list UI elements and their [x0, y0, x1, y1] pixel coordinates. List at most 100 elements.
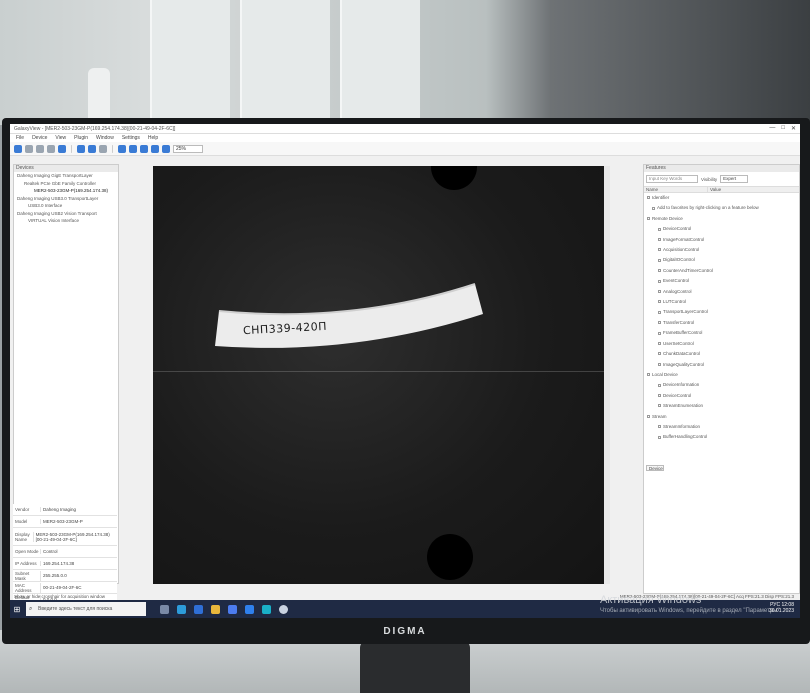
expand-icon[interactable]	[658, 362, 661, 366]
zoom-out-icon[interactable]	[140, 144, 148, 153]
tree-item-virtual-if[interactable]: VIRTUAL Vision Interface	[14, 217, 118, 225]
expand-icon[interactable]	[658, 227, 661, 231]
feature-item[interactable]: LUTControl	[644, 297, 799, 307]
feature-item[interactable]: AcquisitionControl	[644, 245, 799, 255]
zoom-fit-icon[interactable]	[151, 144, 159, 153]
feature-item[interactable]: Identifier	[644, 193, 799, 203]
file-explorer-icon[interactable]	[211, 604, 220, 614]
original-size-icon[interactable]	[162, 144, 170, 153]
galaxyview-icon[interactable]	[279, 604, 288, 614]
image-scrollbar[interactable]	[604, 166, 610, 584]
crosshair-icon[interactable]	[118, 144, 126, 153]
feature-item[interactable]: TransferControl	[644, 318, 799, 328]
feature-item[interactable]: UserSetControl	[644, 339, 799, 349]
feature-item[interactable]: FrameBufferControl	[644, 328, 799, 338]
feature-item[interactable]: ImageFormatControl	[644, 235, 799, 245]
feature-item[interactable]: DeviceControl	[644, 224, 799, 234]
expand-icon[interactable]	[647, 217, 650, 221]
expand-icon[interactable]	[658, 383, 661, 387]
menu-device[interactable]: Device	[32, 135, 47, 141]
feature-item[interactable]: Local Device	[644, 370, 799, 380]
windows-start-icon[interactable]: ⊞	[10, 600, 24, 618]
feature-label: AnalogControl	[663, 288, 692, 294]
tree-item-usb3-tl[interactable]: Daheng Imaging USB3.0 TransportLayer	[14, 195, 118, 203]
windows-activation-watermark: Активация Windows	[600, 594, 702, 606]
record-icon[interactable]	[88, 144, 96, 153]
expand-icon[interactable]	[658, 279, 661, 283]
menu-plugin[interactable]: Plugin	[74, 135, 88, 141]
app-icon[interactable]	[194, 604, 203, 614]
feature-search-input[interactable]: Input Key Words	[646, 175, 698, 183]
expand-icon[interactable]	[658, 342, 661, 345]
expand-icon[interactable]	[658, 289, 661, 293]
feature-item[interactable]: TransportLayerControl	[644, 307, 799, 317]
menu-help[interactable]: Help	[148, 135, 158, 141]
mail-icon[interactable]	[245, 604, 254, 614]
feature-item[interactable]: DeviceControl	[644, 391, 799, 401]
visibility-select[interactable]: Expert	[720, 175, 749, 183]
feature-item[interactable]: AnalogControl	[644, 287, 799, 297]
column-value[interactable]: Value	[708, 187, 721, 192]
expand-icon[interactable]	[658, 258, 661, 262]
feature-item[interactable]: StreamEnumeration	[644, 401, 799, 411]
expand-icon[interactable]	[647, 414, 650, 418]
expand-icon[interactable]	[658, 404, 661, 408]
maximize-button[interactable]: □	[781, 125, 785, 132]
zoom-level-field[interactable]: 25%	[173, 144, 203, 153]
camera-image-view[interactable]: СНП339-420П	[153, 166, 604, 584]
tree-item-camera[interactable]: MER2-503-23GM-P(169.254.174.38)	[14, 187, 118, 195]
menu-view[interactable]: View	[55, 135, 66, 141]
expand-icon[interactable]	[658, 300, 661, 304]
open-device-icon[interactable]	[25, 144, 33, 153]
app-icon[interactable]	[262, 604, 271, 614]
expand-icon[interactable]	[647, 196, 650, 200]
expand-icon[interactable]	[652, 206, 655, 210]
feature-item[interactable]: CounterAndTimerControl	[644, 266, 799, 276]
expand-icon[interactable]	[647, 373, 650, 377]
feature-item[interactable]: BufferHandlingControl	[644, 432, 799, 442]
menu-file[interactable]: File	[16, 135, 24, 141]
feature-item[interactable]: StreamInformation	[644, 422, 799, 432]
snapshot-icon[interactable]	[77, 144, 85, 153]
expand-icon[interactable]	[658, 435, 661, 439]
tree-item-nic[interactable]: Realtek PCIe GbE Family Controller	[14, 180, 118, 188]
device-panel-header: Devices	[14, 165, 118, 172]
expand-icon[interactable]	[658, 248, 661, 252]
store-icon[interactable]	[228, 604, 237, 614]
expand-icon[interactable]	[658, 331, 661, 335]
close-button[interactable]: ✕	[791, 125, 796, 132]
play-icon[interactable]	[58, 144, 66, 153]
feature-item[interactable]: ChunkDataControl	[644, 349, 799, 359]
expand-icon[interactable]	[658, 321, 661, 325]
feature-item[interactable]: DigitalIOControl	[644, 255, 799, 265]
menu-settings[interactable]: Settings	[122, 135, 140, 141]
edge-icon[interactable]	[177, 604, 186, 614]
expand-icon[interactable]	[658, 310, 661, 314]
feature-item[interactable]: ImageQualityControl	[644, 360, 799, 370]
tab-device[interactable]: Device	[646, 465, 664, 471]
task-view-icon[interactable]	[160, 604, 169, 614]
feature-item[interactable]: Remote Device	[644, 214, 799, 224]
tree-item-usb3-if[interactable]: USB3.0 Interface	[14, 202, 118, 210]
column-name[interactable]: Name	[644, 187, 708, 192]
tree-item-usb2-tl[interactable]: Daheng Imaging USB2 Vision Transport	[14, 210, 118, 218]
refresh-icon[interactable]	[14, 144, 22, 153]
feature-item[interactable]: Stream	[644, 412, 799, 422]
taskbar-search-input[interactable]: ⌕ Введите здесь текст для поиска	[26, 602, 146, 616]
device-properties: Vendor Daheng Imaging Model MER2-503-23GM-…	[13, 504, 117, 606]
stop-icon[interactable]	[47, 144, 55, 153]
feature-item[interactable]: DeviceInformation	[644, 380, 799, 390]
expand-icon[interactable]	[658, 352, 661, 356]
close-device-icon[interactable]	[36, 144, 44, 153]
tree-item-gige-tl[interactable]: Daheng Imaging GigE TransportLayer	[14, 172, 118, 180]
expand-icon[interactable]	[658, 237, 661, 241]
expand-icon[interactable]	[658, 394, 661, 398]
fit-window-icon[interactable]	[99, 144, 107, 153]
menu-window[interactable]: Window	[96, 135, 114, 141]
minimize-button[interactable]: —	[769, 125, 775, 132]
expand-icon[interactable]	[658, 425, 661, 429]
zoom-in-icon[interactable]	[129, 144, 137, 153]
feature-item[interactable]: EventControl	[644, 276, 799, 286]
expand-icon[interactable]	[658, 269, 661, 273]
feature-item[interactable]: Add to favorites by right-clicking on a …	[644, 203, 799, 213]
